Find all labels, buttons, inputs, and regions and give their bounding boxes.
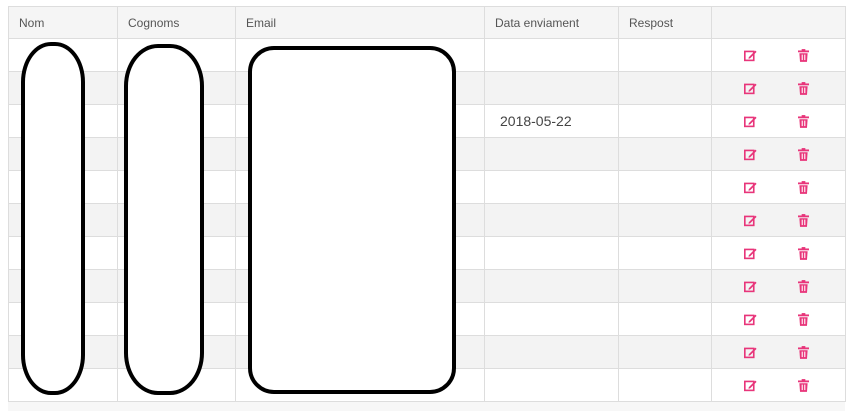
cell-actions <box>711 38 846 72</box>
cell-actions <box>711 71 846 105</box>
cell-data-enviament <box>484 335 619 369</box>
cell-respost <box>618 38 712 72</box>
trash-icon[interactable] <box>796 213 810 227</box>
redaction-mark-email <box>248 46 456 394</box>
cell-data-enviament <box>484 38 619 72</box>
edit-icon[interactable] <box>743 213 757 227</box>
edit-icon[interactable] <box>743 312 757 326</box>
cell-actions <box>711 368 846 402</box>
cell-respost <box>618 170 712 204</box>
column-header-respost[interactable]: Respost <box>618 6 712 39</box>
redaction-mark-cognoms <box>124 44 204 395</box>
cell-respost <box>618 203 712 237</box>
column-header-cognoms[interactable]: Cognoms <box>117 6 236 39</box>
trash-icon[interactable] <box>796 279 810 293</box>
cell-actions <box>711 170 846 204</box>
cell-data-enviament: 2018-05-22 <box>484 104 619 138</box>
edit-icon[interactable] <box>743 147 757 161</box>
cell-actions <box>711 335 846 369</box>
edit-icon[interactable] <box>743 180 757 194</box>
cell-respost <box>618 104 712 138</box>
cell-respost <box>618 335 712 369</box>
trash-icon[interactable] <box>796 180 810 194</box>
column-header-email[interactable]: Email <box>235 6 485 39</box>
redaction-mark-nom <box>21 42 85 395</box>
cell-data-enviament <box>484 137 619 171</box>
edit-icon[interactable] <box>743 114 757 128</box>
trash-icon[interactable] <box>796 147 810 161</box>
trash-icon[interactable] <box>796 246 810 260</box>
cell-actions <box>711 137 846 171</box>
edit-icon[interactable] <box>743 378 757 392</box>
edit-icon[interactable] <box>743 48 757 62</box>
edit-icon[interactable] <box>743 81 757 95</box>
cell-actions <box>711 203 846 237</box>
cell-actions <box>711 269 846 303</box>
cell-data-enviament <box>484 71 619 105</box>
cell-data-enviament <box>484 170 619 204</box>
cell-actions <box>711 302 846 336</box>
trash-icon[interactable] <box>796 114 810 128</box>
trash-icon[interactable] <box>796 81 810 95</box>
cell-actions <box>711 104 846 138</box>
column-header-data-enviament[interactable]: Data enviament <box>484 6 619 39</box>
trash-icon[interactable] <box>796 378 810 392</box>
cell-respost <box>618 137 712 171</box>
trash-icon[interactable] <box>796 312 810 326</box>
edit-icon[interactable] <box>743 246 757 260</box>
column-header-actions <box>711 6 846 39</box>
cell-respost <box>618 269 712 303</box>
table-header-row: Nom Cognoms Email Data enviament Respost <box>8 6 846 39</box>
column-header-nom[interactable]: Nom <box>8 6 118 39</box>
cell-respost <box>618 302 712 336</box>
cell-respost <box>618 236 712 270</box>
cell-data-enviament <box>484 236 619 270</box>
cell-data-enviament <box>484 203 619 237</box>
trash-icon[interactable] <box>796 345 810 359</box>
edit-icon[interactable] <box>743 345 757 359</box>
cell-actions <box>711 236 846 270</box>
cell-data-enviament <box>484 368 619 402</box>
cell-data-enviament <box>484 269 619 303</box>
edit-icon[interactable] <box>743 279 757 293</box>
trash-icon[interactable] <box>796 48 810 62</box>
cell-respost <box>618 368 712 402</box>
cell-data-enviament <box>484 302 619 336</box>
cell-respost <box>618 71 712 105</box>
